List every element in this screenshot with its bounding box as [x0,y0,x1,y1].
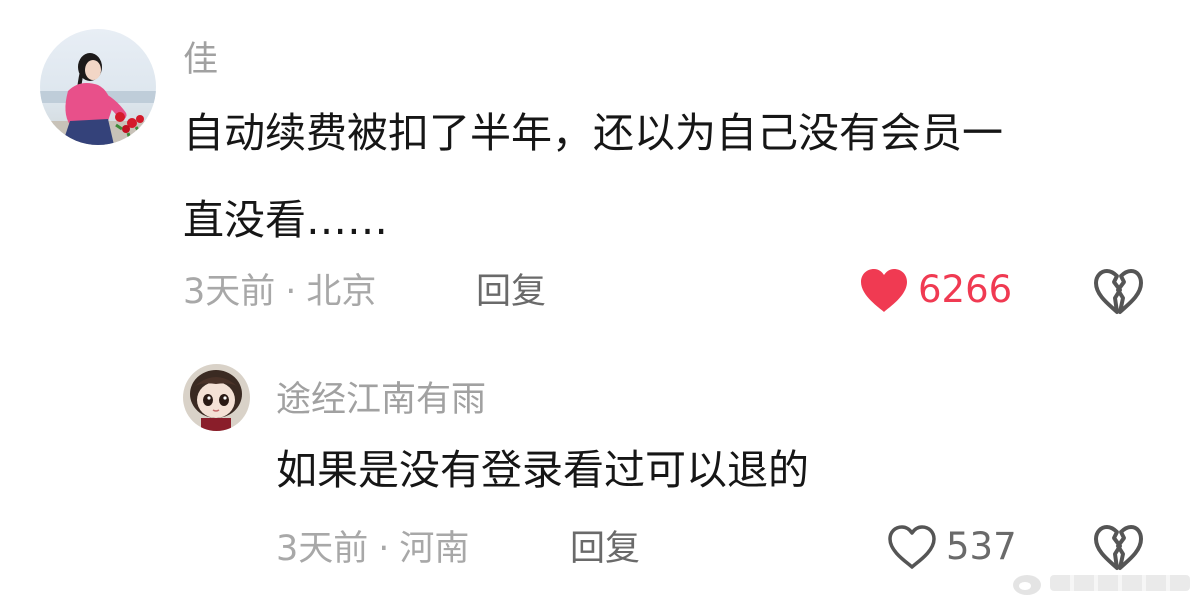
broken-heart-icon [1094,525,1143,570]
avatar[interactable] [40,29,156,145]
reply-dislike-button[interactable] [1093,524,1143,572]
heart-outline-icon [888,525,936,569]
like-count: 6266 [918,268,1013,311]
comment-username[interactable]: 佳 [183,40,218,80]
meta-separator: · [285,272,297,312]
comment-text-line-2: 直没看…… [183,196,388,244]
watermark [1010,566,1200,600]
comment-location: 北京 [306,272,377,312]
avatar-photo [183,364,250,431]
reply-to-reply-button[interactable]: 回复 [570,529,640,569]
broken-heart-icon [1094,269,1143,314]
watermark-logo-icon [1013,575,1041,595]
avatar-photo [40,29,156,145]
comment-thread: 佳 自动续费被扣了半年，还以为自己没有会员一 直没看…… 3天前 · 北京 回复 6… [0,0,1203,608]
reply-location: 河南 [399,529,470,569]
reply-avatar[interactable] [183,364,250,431]
reply-text: 如果是没有登录看过可以退的 [276,446,809,494]
reply-time: 3天前 [276,529,369,569]
comment-text-line-1: 自动续费被扣了半年，还以为自己没有会员一 [183,109,1003,157]
watermark-text [1050,575,1190,591]
reply-like-button[interactable]: 537 [886,523,1017,571]
reply-button[interactable]: 回复 [476,272,546,312]
heart-filled-icon [861,269,907,312]
reply-username[interactable]: 途经江南有雨 [276,380,486,420]
comment-meta: 3天前 · 北京 [183,272,376,312]
comment-time: 3天前 [183,272,276,312]
like-button[interactable]: 6266 [858,266,1012,314]
reply-like-count: 537 [946,525,1017,568]
reply-meta: 3天前 · 河南 [276,529,469,569]
dislike-button[interactable] [1093,268,1143,316]
meta-separator: · [378,529,390,569]
